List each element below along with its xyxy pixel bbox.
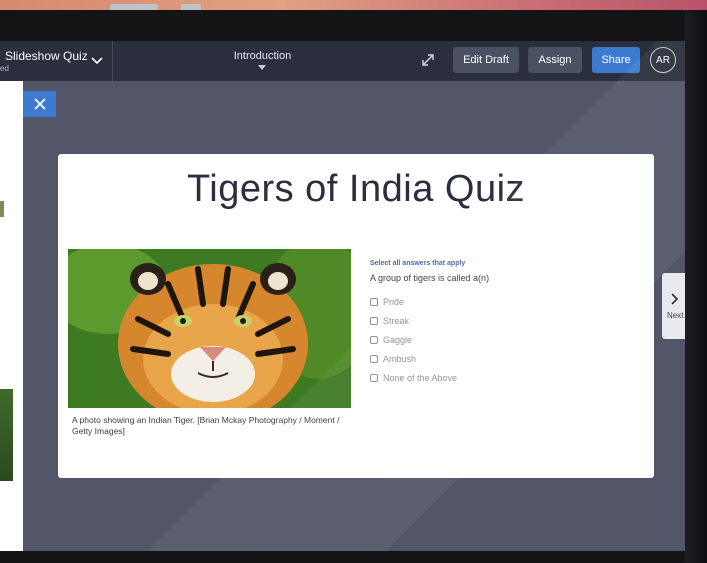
slide-card: Tigers of India Quiz A photo showing an … (58, 154, 654, 478)
previous-slide-image (0, 389, 13, 481)
tablet-edge (685, 10, 707, 563)
answer-label: Streak (383, 315, 410, 326)
previous-slide-preview[interactable] (0, 81, 23, 551)
answer-instruction: Select all answers that apply (370, 260, 466, 267)
chevron-right-icon (671, 293, 679, 305)
user-avatar[interactable]: AR (650, 47, 676, 73)
quiz-name: Slideshow Quiz (5, 49, 88, 63)
answer-option[interactable]: Pride (370, 292, 630, 311)
image-caption: A photo showing an Indian Tiger. [Brian … (72, 415, 340, 436)
answer-option[interactable]: Gaggle (370, 330, 630, 349)
question-text: A group of tigers is called a(n) (370, 273, 490, 283)
answer-label: None of the Above (383, 372, 458, 383)
next-label: Next (667, 311, 684, 320)
tablet-bezel: Slideshow Quiz ed Introduction Edit Draf… (0, 10, 707, 563)
quiz-status: ed (0, 64, 9, 73)
edit-draft-button[interactable]: Edit Draft (453, 47, 519, 73)
checkbox[interactable] (370, 316, 378, 325)
quiz-title-menu[interactable]: Slideshow Quiz ed (0, 41, 113, 81)
caret-down-icon[interactable] (258, 65, 266, 70)
chevron-down-icon[interactable] (90, 53, 104, 67)
close-icon (33, 98, 46, 110)
checkbox[interactable] (370, 297, 378, 306)
expand-icon[interactable] (421, 53, 435, 67)
tiger-photo (68, 249, 351, 408)
previous-slide-image (0, 201, 4, 217)
answer-option[interactable]: Streak (370, 311, 630, 330)
section-selector[interactable]: Introduction (205, 50, 320, 62)
next-slide-button[interactable]: Next (662, 273, 685, 339)
assign-button[interactable]: Assign (528, 47, 582, 73)
answer-label: Ambush (383, 353, 417, 364)
answer-option[interactable]: Ambush (370, 349, 630, 368)
checkbox[interactable] (370, 335, 378, 344)
answer-option[interactable]: None of the Above (370, 368, 630, 387)
app-screen: Slideshow Quiz ed Introduction Edit Draf… (0, 41, 685, 551)
slide-title: Tigers of India Quiz (186, 168, 526, 210)
tiger-illustration (68, 249, 351, 408)
question-panel: Select all answers that apply A group of… (370, 260, 630, 387)
checkbox[interactable] (370, 354, 378, 363)
answer-label: Gaggle (383, 334, 413, 345)
answer-label: Pride (383, 296, 405, 307)
close-button[interactable] (23, 91, 56, 117)
checkbox[interactable] (370, 373, 378, 382)
share-button[interactable]: Share (592, 47, 640, 73)
top-bar: Slideshow Quiz ed Introduction Edit Draf… (0, 41, 685, 81)
